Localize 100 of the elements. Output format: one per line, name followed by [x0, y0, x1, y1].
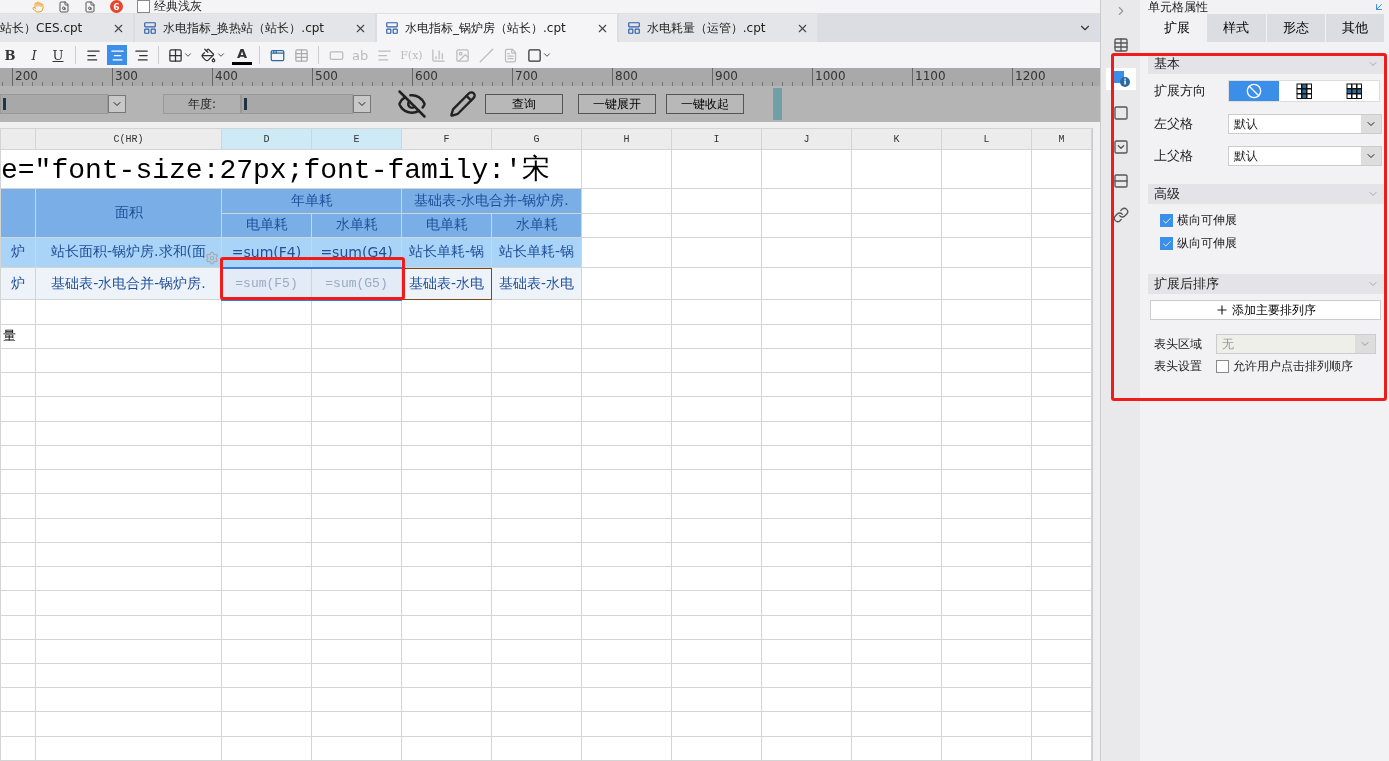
column-header[interactable]: L: [941, 128, 1032, 150]
table-cell: 量: [0, 324, 36, 349]
table-cell: 站长面积-锅炉房.求和(面: [35, 237, 222, 268]
column-header[interactable]: K: [851, 128, 942, 150]
header-cell: 水单耗: [491, 213, 582, 238]
checkbox-label: 横向可伸展: [1177, 214, 1237, 227]
year-field[interactable]: [241, 94, 353, 114]
ruler-marker[interactable]: [773, 88, 782, 120]
table-cell: 基础表-水电: [491, 267, 582, 300]
notification-badge: 6: [110, 0, 123, 13]
ruler: 200 300 400 500 600 700 800 900 1000 1100 1200: [0, 68, 1100, 86]
square-icon[interactable]: [1112, 105, 1129, 121]
rows-icon[interactable]: [1112, 173, 1129, 189]
table-cell: =sum(F5): [221, 267, 312, 300]
report-icon: [385, 21, 400, 35]
checkbox[interactable]: [1160, 237, 1173, 250]
font-color-button[interactable]: A: [232, 45, 252, 65]
checkbox[interactable]: [137, 0, 150, 13]
checkbox[interactable]: [1216, 360, 1229, 373]
column-header[interactable]: D: [221, 128, 312, 150]
arrow-icon[interactable]: [1373, 1, 1385, 13]
align-button[interactable]: [107, 45, 127, 65]
dropdown-button[interactable]: [108, 95, 126, 113]
gear-icon: [205, 251, 219, 266]
query-button[interactable]: 一键展开: [578, 94, 656, 114]
field-label: 扩展方向: [1154, 82, 1207, 100]
query-button[interactable]: 一键收起: [666, 94, 744, 114]
table-cell: =sum(G5): [311, 267, 402, 300]
checkbox-label: 允许用户点击排列顺序: [1233, 360, 1353, 373]
image-icon: [455, 47, 471, 63]
panel-tab[interactable]: 其他: [1325, 14, 1385, 42]
table-cell: 基础表-水电合并-锅炉房.: [35, 267, 222, 300]
table-cell: 炉: [0, 237, 36, 268]
file-tab[interactable]: 水电耗量（运管）.cpt: [618, 14, 817, 42]
text-style-button[interactable]: U: [48, 45, 68, 65]
column-header[interactable]: C(HR): [35, 128, 222, 150]
add-sort-button[interactable]: 添加主要排列序: [1150, 300, 1381, 320]
report-icon: [626, 21, 641, 35]
align-icon: [85, 47, 101, 63]
table-cell: 站长单耗-锅: [491, 237, 582, 268]
input-field[interactable]: [0, 94, 108, 114]
paint-bucket-icon: [201, 47, 216, 63]
field-label: 表头设置: [1154, 358, 1203, 375]
header-cell: 年单耗: [221, 188, 402, 214]
bar-chart-icon: [431, 47, 447, 63]
cell-info-icon[interactable]: [1111, 71, 1130, 87]
column-header[interactable]: F: [401, 128, 492, 150]
caret-icon: [183, 50, 193, 60]
file-tab[interactable]: 水电指标_换热站（站长）.cpt: [135, 14, 376, 42]
eye-off-icon[interactable]: [397, 89, 427, 119]
section-header[interactable]: 高级: [1148, 184, 1385, 204]
parent-select[interactable]: 默认: [1228, 146, 1382, 166]
column-header[interactable]: G: [491, 128, 582, 150]
checkbox[interactable]: [1160, 214, 1173, 227]
column-header[interactable]: J: [761, 128, 852, 150]
field-label: 表头区域: [1154, 335, 1203, 353]
header-cell: 水单耗: [311, 213, 402, 238]
grid-icon: [1346, 83, 1362, 99]
checkmark-icon: [1161, 238, 1172, 249]
header-cell: 电单耗: [221, 213, 312, 238]
header-cell: 基础表-水电合并-锅炉房.: [401, 188, 582, 214]
checkbox-label: 纵向可伸展: [1177, 237, 1237, 250]
search-icon[interactable]: [58, 0, 70, 13]
slash-icon: [479, 47, 495, 63]
column-header[interactable]: E: [311, 128, 402, 150]
table-icon: [293, 47, 309, 63]
checkmark-icon: [1161, 215, 1172, 226]
report-icon: [143, 21, 158, 35]
link-icon[interactable]: [1112, 207, 1129, 223]
table-icon[interactable]: [1112, 37, 1129, 53]
query-button[interactable]: 查询: [485, 94, 563, 114]
header-cell: [0, 188, 36, 238]
file-tab[interactable]: 站长）CES.cpt: [0, 14, 134, 42]
field-label: 上父格: [1154, 147, 1194, 165]
panel-tab[interactable]: 形态: [1266, 14, 1326, 42]
column-header[interactable]: H: [581, 128, 672, 150]
table-cell: 炉: [0, 267, 36, 300]
window-icon: [269, 47, 285, 63]
header-cell: 面积: [35, 188, 222, 238]
column-header[interactable]: M: [1031, 128, 1092, 150]
section-header[interactable]: 扩展后排序: [1148, 274, 1385, 294]
text-style-button[interactable]: I: [24, 45, 44, 65]
align-icon: [109, 47, 125, 63]
direction-selector[interactable]: [1228, 80, 1380, 102]
square-icon: [526, 47, 542, 63]
parent-select[interactable]: 默认: [1228, 114, 1382, 134]
dropdown-button[interactable]: [353, 95, 371, 113]
search-icon[interactable]: [84, 0, 96, 13]
year-label: 年度:: [163, 94, 241, 114]
file-tab[interactable]: 水电指标_锅炉房（站长）.cpt: [377, 14, 617, 42]
table-cell: e="font-size:27px;font-family:'宋: [0, 149, 582, 189]
no-entry-icon: [1246, 83, 1262, 99]
align-icon: [133, 47, 149, 63]
panel-tab[interactable]: 样式: [1207, 14, 1267, 42]
pencil-icon[interactable]: [449, 90, 477, 118]
grid-icon: [1296, 83, 1312, 99]
text-style-button[interactable]: B: [0, 45, 20, 65]
caret-icon: [541, 50, 552, 60]
dropdown-box-icon[interactable]: [1112, 139, 1129, 155]
column-header[interactable]: I: [671, 128, 762, 150]
